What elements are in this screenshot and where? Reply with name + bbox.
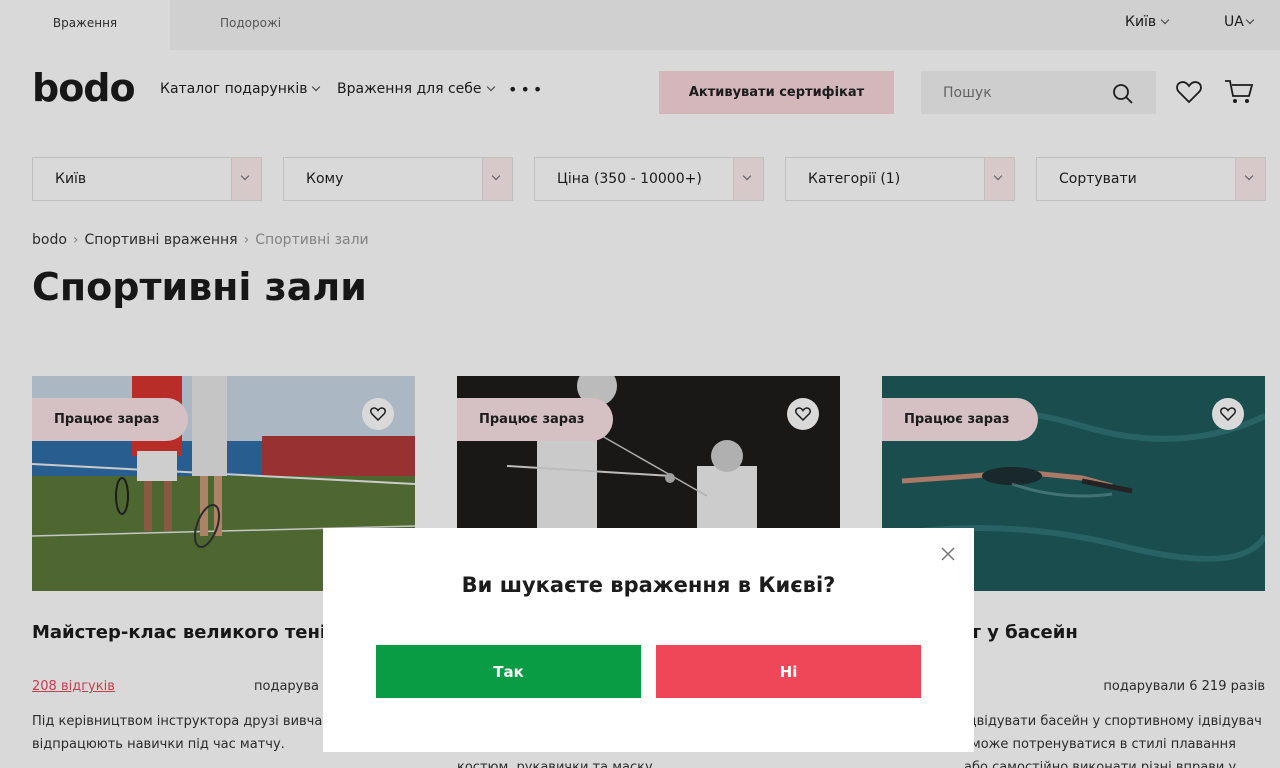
no-button[interactable]: Ні bbox=[656, 645, 921, 698]
city-confirm-modal: Ви шукаєте враження в Києві? Так Ні bbox=[323, 528, 974, 752]
modal-title: Ви шукаєте враження в Києві? bbox=[461, 573, 836, 597]
yes-button[interactable]: Так bbox=[376, 645, 641, 698]
close-icon[interactable] bbox=[940, 546, 956, 562]
